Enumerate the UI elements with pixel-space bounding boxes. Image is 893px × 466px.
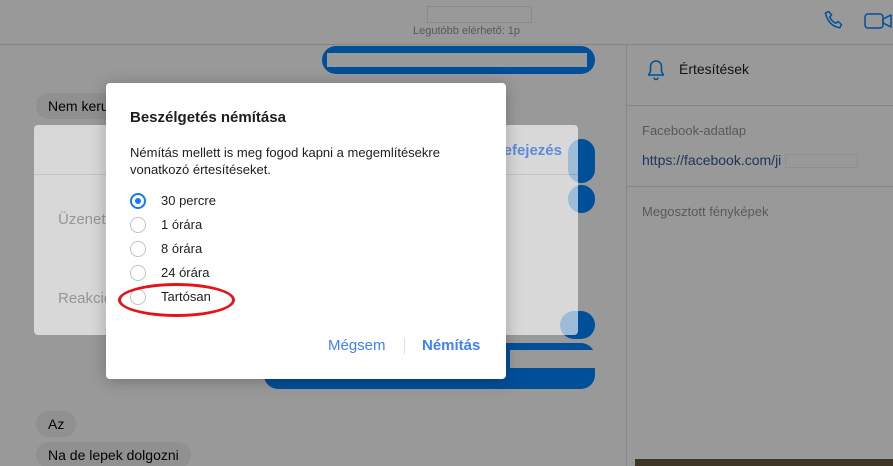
option-label: 24 órára [161,265,210,280]
radio-unselected[interactable] [130,217,146,233]
annotation-highlight-ellipse [118,283,235,317]
radio-selected[interactable] [130,193,146,209]
mute-option-8-hours[interactable]: 8 órára [130,239,330,259]
settings-row-message[interactable]: Üzenet [58,211,106,228]
mute-option-24-hours[interactable]: 24 órára [130,263,330,283]
option-label: 8 órára [161,241,203,256]
radio-unselected[interactable] [130,265,146,281]
option-label: 30 percre [161,193,216,208]
dialog-description: Némítás mellett is meg fogod kapni a meg… [130,145,440,177]
mute-option-30-minutes[interactable]: 30 percre [130,191,330,211]
option-label: 1 órára [161,217,203,232]
radio-unselected[interactable] [130,241,146,257]
button-divider [404,338,405,354]
dialog-title: Beszélgetés némítása [130,109,286,126]
settings-row-reaction[interactable]: Reakció [58,290,112,307]
mute-conversation-dialog: Beszélgetés némítása Némítás mellett is … [106,83,506,379]
mute-option-1-hour[interactable]: 1 órára [130,215,330,235]
mute-button[interactable]: Némítás [422,337,480,354]
cancel-button[interactable]: Mégsem [328,337,386,354]
